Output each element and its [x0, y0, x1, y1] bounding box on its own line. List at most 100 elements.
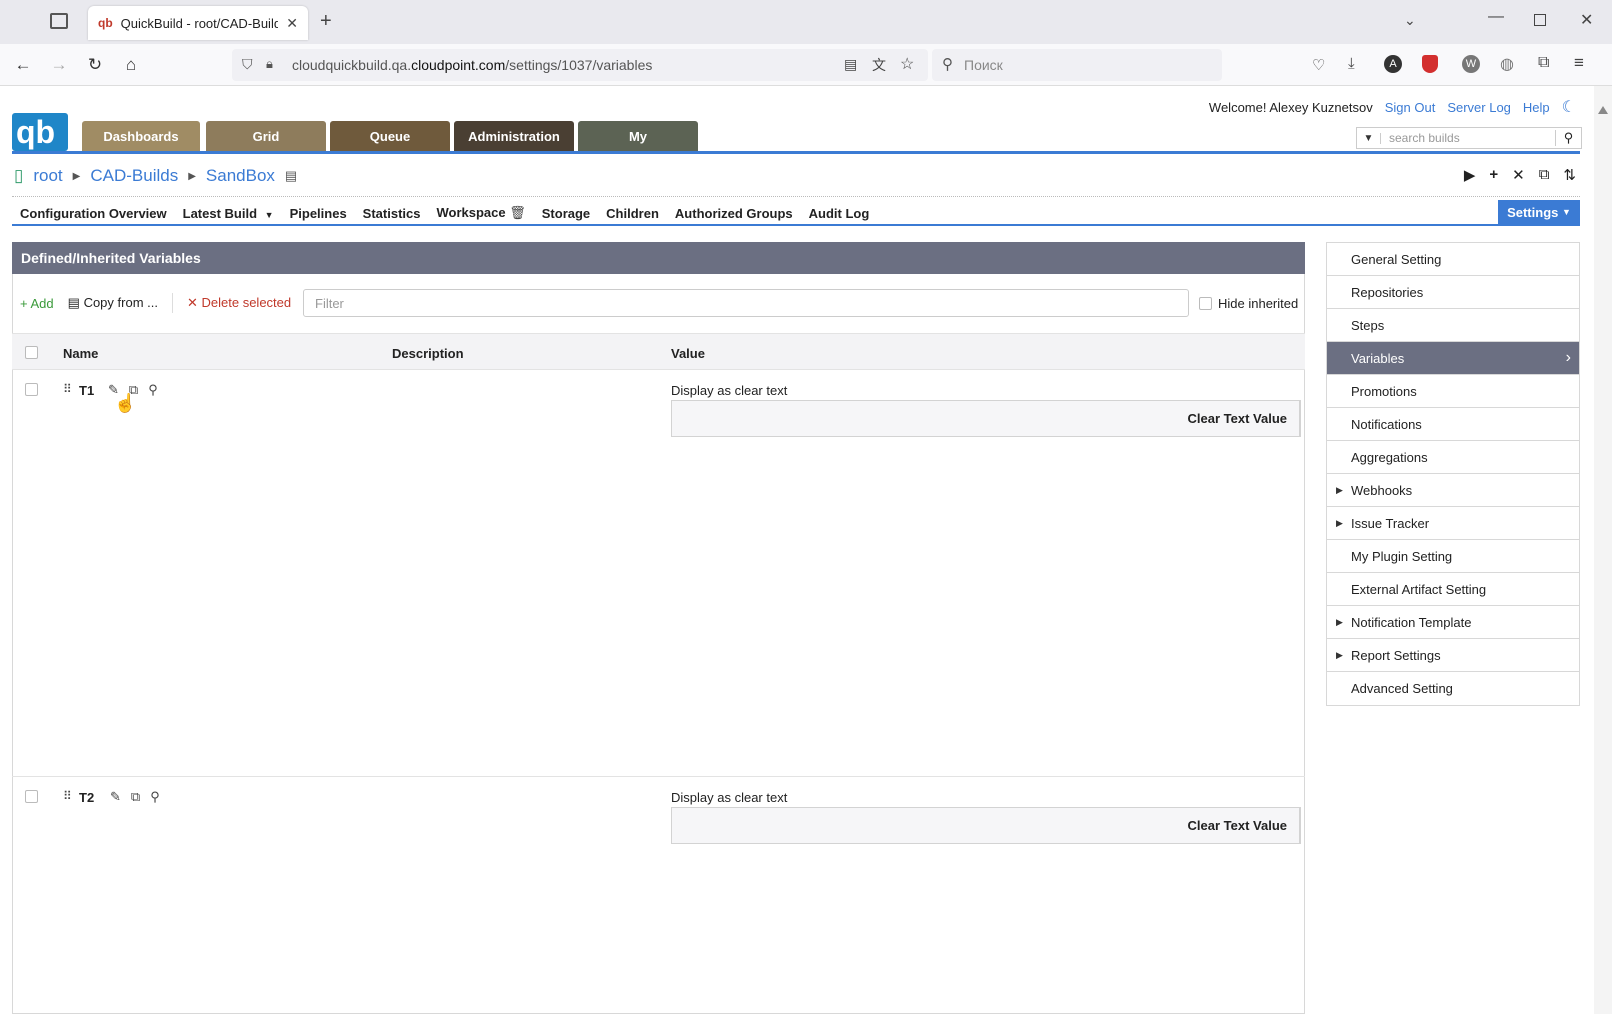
search-builds-input[interactable]: ▼ search builds ⚲: [1356, 127, 1582, 149]
sidebar-item-issue-tracker[interactable]: ▶ Issue Tracker: [1327, 507, 1579, 540]
bookmark-star-icon[interactable]: ☆: [900, 54, 914, 74]
variable-name[interactable]: T2: [79, 790, 94, 805]
server-log-link[interactable]: Server Log: [1447, 100, 1511, 115]
breadcrumb-root[interactable]: root: [33, 166, 62, 186]
sidebar-item-variables[interactable]: Variables ›: [1327, 342, 1579, 375]
clear-text-value-button[interactable]: Clear Text Value: [1170, 808, 1300, 843]
sort-icon[interactable]: ⇅: [1563, 166, 1576, 184]
breadcrumb-cad-builds[interactable]: CAD-Builds: [90, 166, 178, 186]
sidebar-item-advanced-setting[interactable]: Advanced Setting: [1327, 672, 1579, 705]
search-usage-icon[interactable]: ⚲: [150, 789, 160, 805]
help-link[interactable]: Help: [1523, 100, 1550, 115]
lock-icon[interactable]: 🔒︎: [266, 56, 273, 72]
subnav-configuration-overview[interactable]: Configuration Overview: [20, 206, 167, 221]
drag-handle-icon[interactable]: ⠿: [63, 382, 72, 396]
run-build-icon[interactable]: ▶: [1464, 166, 1476, 184]
url-bar[interactable]: ⛉ 🔒︎ cloudquickbuild.qa. cloudpoint.com/s…: [232, 49, 928, 81]
reader-view-icon[interactable]: ▤: [844, 56, 857, 73]
minimize-window-button[interactable]: —: [1488, 8, 1504, 26]
subnav-children[interactable]: Children: [606, 206, 659, 221]
expand-triangle-icon[interactable]: ▶: [1336, 485, 1343, 496]
browser-search-input[interactable]: ⚲ Поиск: [932, 49, 1222, 81]
pocket-icon[interactable]: ♡: [1312, 56, 1325, 74]
new-tab-button[interactable]: +: [320, 10, 332, 33]
add-child-icon[interactable]: +: [1489, 166, 1498, 184]
add-variable-button[interactable]: + Add: [20, 296, 54, 311]
sidebar-item-steps[interactable]: Steps: [1327, 309, 1579, 342]
sidebar-item-external-artifact-setting[interactable]: External Artifact Setting: [1327, 573, 1579, 606]
translate-icon[interactable]: 文: [872, 55, 886, 75]
sidebar-item-webhooks[interactable]: ▶ Webhooks: [1327, 474, 1579, 507]
sidebar-item-aggregations[interactable]: Aggregations: [1327, 441, 1579, 474]
subnav-pipelines[interactable]: Pipelines: [290, 206, 347, 221]
drag-handle-icon[interactable]: ⠿: [63, 789, 72, 803]
row-checkbox[interactable]: [25, 790, 38, 803]
globe-extension-icon[interactable]: ◍: [1500, 54, 1514, 74]
row-checkbox[interactable]: [25, 383, 38, 396]
browser-tab[interactable]: qb QuickBuild - root/CAD-Builds/S ✕: [88, 6, 308, 40]
clear-text-value-button[interactable]: Clear Text Value: [1170, 401, 1300, 436]
menu-hamburger-icon[interactable]: ≡: [1574, 53, 1584, 73]
sidebar-item-general-setting[interactable]: General Setting: [1327, 243, 1579, 276]
page-scrollbar[interactable]: [1594, 86, 1612, 1014]
search-usage-icon[interactable]: ⚲: [148, 382, 158, 398]
column-name[interactable]: Name: [63, 346, 98, 361]
hide-inherited-checkbox[interactable]: [1199, 297, 1212, 310]
nav-queue[interactable]: Queue: [330, 121, 450, 151]
account-extension-icon[interactable]: A: [1384, 55, 1402, 73]
sidebar-item-promotions[interactable]: Promotions: [1327, 375, 1579, 408]
hide-inherited-toggle[interactable]: Hide inherited: [1199, 296, 1298, 311]
shield-icon[interactable]: ⛉: [242, 56, 253, 73]
search-scope-dropdown-icon[interactable]: ▼: [1357, 132, 1381, 144]
sidebar-item-my-plugin-setting[interactable]: My Plugin Setting: [1327, 540, 1579, 573]
select-all-checkbox[interactable]: [25, 346, 38, 359]
extensions-puzzle-icon[interactable]: ⧉: [1538, 54, 1549, 72]
trash-icon[interactable]: 🗑︎: [509, 205, 526, 220]
quickbuild-logo[interactable]: qb: [12, 111, 68, 151]
back-icon[interactable]: ←: [10, 52, 36, 78]
home-icon[interactable]: ⌂: [118, 52, 144, 78]
reload-icon[interactable]: ↻: [82, 52, 108, 78]
list-tabs-icon[interactable]: ⌄: [1404, 12, 1416, 29]
scrollbar-thumb[interactable]: [1598, 104, 1608, 114]
filter-input[interactable]: Filter: [303, 289, 1189, 317]
sidebar-item-report-settings[interactable]: ▶ Report Settings: [1327, 639, 1579, 672]
variable-value-box[interactable]: Clear Text Value: [671, 807, 1301, 844]
breadcrumb-sandbox[interactable]: SandBox: [206, 166, 275, 186]
adblock-extension-icon[interactable]: [1422, 55, 1438, 73]
nav-administration[interactable]: Administration: [454, 121, 574, 151]
sign-out-link[interactable]: Sign Out: [1385, 100, 1436, 115]
subnav-storage[interactable]: Storage: [542, 206, 590, 221]
variable-value-box[interactable]: Clear Text Value: [671, 400, 1301, 437]
sidebar-item-repositories[interactable]: Repositories: [1327, 276, 1579, 309]
copy-path-icon[interactable]: ▤: [285, 168, 297, 184]
expand-triangle-icon[interactable]: ▶: [1336, 518, 1343, 529]
expand-triangle-icon[interactable]: ▶: [1336, 650, 1343, 661]
nav-my[interactable]: My: [578, 121, 698, 151]
edit-pencil-icon[interactable]: ✎: [110, 789, 121, 805]
copy-configuration-icon[interactable]: ⧉: [1539, 166, 1550, 184]
subnav-audit-log[interactable]: Audit Log: [809, 206, 870, 221]
subnav-authorized-groups[interactable]: Authorized Groups: [675, 206, 793, 221]
subnav-workspace[interactable]: Workspace 🗑︎: [436, 205, 525, 221]
subnav-latest-build[interactable]: Latest Build ▼: [183, 206, 274, 221]
close-tab-icon[interactable]: ✕: [286, 15, 298, 32]
forward-icon[interactable]: →: [46, 52, 72, 78]
nav-dashboards[interactable]: Dashboards: [82, 121, 200, 151]
delete-configuration-icon[interactable]: ✕: [1512, 166, 1525, 184]
search-builds-button-icon[interactable]: ⚲: [1555, 130, 1581, 146]
expand-triangle-icon[interactable]: ▶: [1336, 617, 1343, 628]
settings-dropdown-button[interactable]: Settings ▼: [1498, 200, 1580, 224]
variable-name[interactable]: T1: [79, 383, 94, 398]
sidebar-item-notifications[interactable]: Notifications: [1327, 408, 1579, 441]
downloads-icon[interactable]: ⤓: [1348, 55, 1355, 72]
w-extension-icon[interactable]: W: [1462, 55, 1480, 73]
maximize-window-button[interactable]: [1534, 14, 1546, 26]
copy-icon[interactable]: ⧉: [131, 789, 140, 805]
subnav-statistics[interactable]: Statistics: [363, 206, 421, 221]
dark-mode-moon-icon[interactable]: ☾: [1562, 97, 1576, 117]
nav-grid[interactable]: Grid: [206, 121, 326, 151]
sidebar-item-notification-template[interactable]: ▶ Notification Template: [1327, 606, 1579, 639]
tab-overview-icon[interactable]: [50, 13, 68, 29]
copy-from-button[interactable]: ▤ Copy from ...: [68, 295, 158, 311]
